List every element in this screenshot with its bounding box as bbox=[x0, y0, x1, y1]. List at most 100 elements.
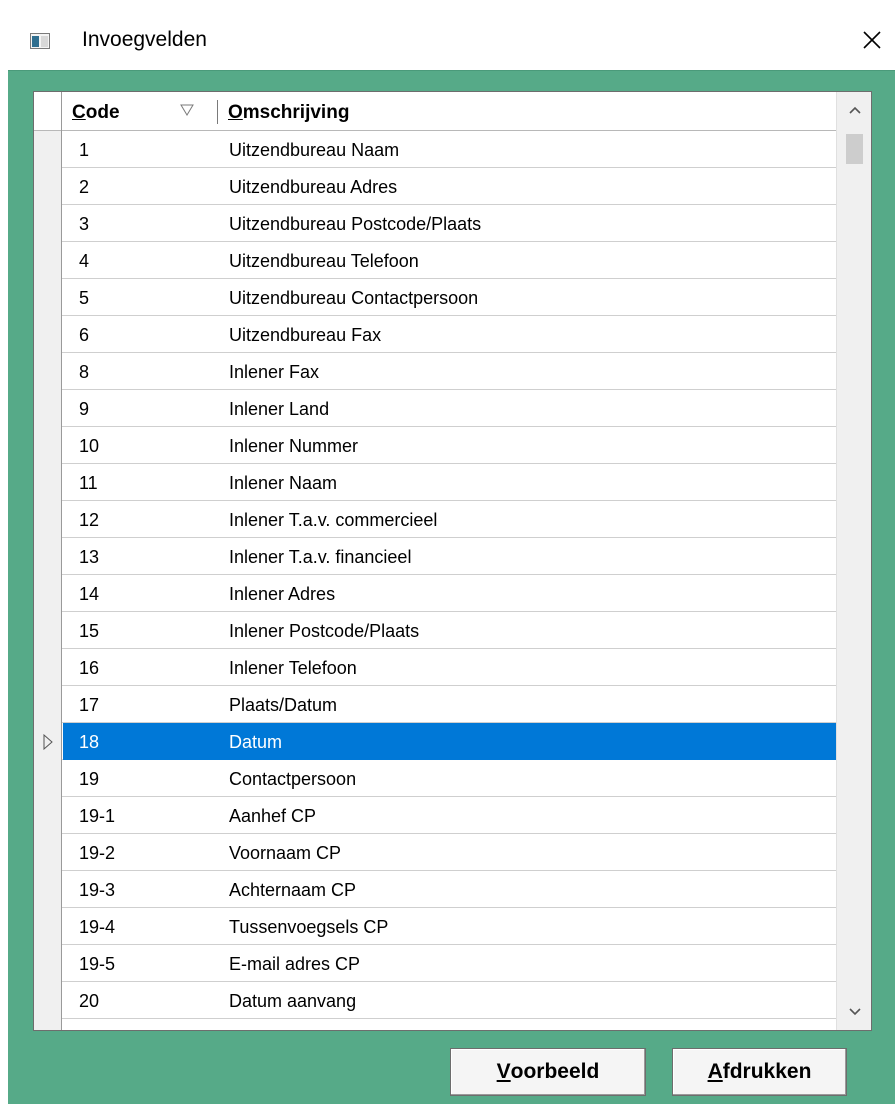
table-row[interactable]: 19-4 Tussenvoegsels CP bbox=[34, 908, 837, 945]
row-indicator[interactable] bbox=[34, 464, 62, 501]
cell-code: 14 bbox=[79, 584, 100, 604]
desc-header-label: mschrijving bbox=[242, 102, 350, 123]
preview-button[interactable]: Voorbeeld bbox=[450, 1048, 646, 1096]
row-indicator[interactable] bbox=[34, 686, 62, 723]
table-row[interactable]: 8 Inlener Fax bbox=[34, 353, 837, 390]
title-bar: Invoegvelden bbox=[0, 0, 895, 70]
table-row[interactable]: 14 Inlener Adres bbox=[34, 575, 837, 612]
chevron-up-icon bbox=[848, 106, 861, 114]
cell-code: 1 bbox=[79, 140, 90, 160]
row-indicator[interactable] bbox=[34, 205, 62, 242]
cell-code: 12 bbox=[79, 510, 100, 530]
cell-code: 4 bbox=[79, 251, 90, 271]
row-indicator[interactable] bbox=[34, 760, 62, 797]
column-header-omschrijving[interactable]: Omschrijving bbox=[228, 92, 349, 131]
row-indicator[interactable] bbox=[34, 649, 62, 686]
table-row[interactable]: 6 Uitzendbureau Fax bbox=[34, 316, 837, 353]
row-indicator[interactable] bbox=[34, 871, 62, 908]
cell-omschrijving: Inlener Fax bbox=[229, 362, 320, 382]
row-indicator[interactable] bbox=[34, 131, 62, 168]
table-row[interactable]: 19-1 Aanhef CP bbox=[34, 797, 837, 834]
row-indicator[interactable] bbox=[34, 834, 62, 871]
row-indicator[interactable] bbox=[34, 982, 62, 1019]
row-indicator[interactable] bbox=[34, 612, 62, 649]
cell-omschrijving: Uitzendbureau Fax bbox=[229, 325, 382, 345]
cell-code: 8 bbox=[79, 362, 90, 382]
cell-omschrijving: Inlener Adres bbox=[229, 584, 336, 604]
table-row[interactable]: 1 Uitzendbureau Naam bbox=[34, 131, 837, 168]
table-row[interactable]: 9 Inlener Land bbox=[34, 390, 837, 427]
table-row[interactable]: 19-2 Voornaam CP bbox=[34, 834, 837, 871]
table-row[interactable]: 10 Inlener Nummer bbox=[34, 427, 837, 464]
dialog-client-area: Code Omschrijving 1 Uitzendbureau Naam 2 Ui… bbox=[8, 70, 895, 1104]
table-row[interactable]: 18 Datum bbox=[34, 723, 837, 760]
cell-code: 6 bbox=[79, 325, 90, 345]
row-indicator[interactable] bbox=[34, 1019, 62, 1030]
cell-omschrijving: Inlener Naam bbox=[229, 473, 338, 493]
vertical-scrollbar[interactable] bbox=[836, 92, 871, 1030]
row-indicator[interactable] bbox=[34, 279, 62, 316]
table-row[interactable]: 2 Uitzendbureau Adres bbox=[34, 168, 837, 205]
cell-omschrijving: Achternaam CP bbox=[229, 880, 357, 900]
table-row[interactable]: 5 Uitzendbureau Contactpersoon bbox=[34, 279, 837, 316]
row-indicator[interactable] bbox=[34, 501, 62, 538]
cell-code: 20 bbox=[79, 991, 100, 1011]
row-indicator[interactable] bbox=[34, 575, 62, 612]
row-indicator[interactable] bbox=[34, 538, 62, 575]
table-row[interactable]: 11 Inlener Naam bbox=[34, 464, 837, 501]
table-row[interactable]: 13 Inlener T.a.v. financieel bbox=[34, 538, 837, 575]
cell-code: 19 bbox=[79, 769, 100, 789]
table-row[interactable]: 12 Inlener T.a.v. commercieel bbox=[34, 501, 837, 538]
scroll-up-button[interactable] bbox=[837, 92, 871, 128]
row-indicator[interactable] bbox=[34, 945, 62, 982]
cell-omschrijving: Aanhef CP bbox=[229, 806, 317, 826]
row-indicator[interactable] bbox=[34, 242, 62, 279]
cell-code: 5 bbox=[79, 288, 90, 308]
print-label: fdrukken bbox=[722, 1060, 812, 1083]
close-button[interactable] bbox=[852, 20, 892, 60]
cell-omschrijving: Datum bbox=[229, 732, 283, 752]
cell-omschrijving: Voornaam CP bbox=[229, 843, 342, 863]
column-header-code[interactable]: Code bbox=[72, 92, 120, 131]
row-indicator[interactable] bbox=[34, 723, 62, 760]
cell-code: 3 bbox=[79, 214, 90, 234]
row-indicator[interactable] bbox=[34, 168, 62, 205]
cell-omschrijving: Uitzendbureau Telefoon bbox=[229, 251, 419, 271]
cell-omschrijving: Uitzendbureau Naam bbox=[229, 140, 400, 160]
preview-label: oorbeeld bbox=[510, 1060, 600, 1083]
fields-grid[interactable]: Code Omschrijving 1 Uitzendbureau Naam 2 Ui… bbox=[33, 91, 872, 1031]
table-row[interactable]: 19 Contactpersoon bbox=[34, 760, 837, 797]
table-row[interactable]: 3 Uitzendbureau Postcode/Plaats bbox=[34, 205, 837, 242]
table-row[interactable]: 19-3 Achternaam CP bbox=[34, 871, 837, 908]
table-row[interactable]: 16 Inlener Telefoon bbox=[34, 649, 837, 686]
column-separator[interactable] bbox=[217, 100, 218, 124]
cell-omschrijving: Tussenvoegsels CP bbox=[229, 917, 389, 937]
row-indicator[interactable] bbox=[34, 390, 62, 427]
invoegvelden-window: Invoegvelden Code Omschrijving 1 Uitzend… bbox=[0, 0, 895, 1104]
row-indicator[interactable] bbox=[34, 353, 62, 390]
cell-code: 19-4 bbox=[79, 917, 116, 937]
cell-omschrijving: Uitzendbureau Adres bbox=[229, 177, 398, 197]
cell-code: 9 bbox=[79, 399, 90, 419]
scroll-down-button[interactable] bbox=[837, 994, 871, 1030]
table-row[interactable]: 15 Inlener Postcode/Plaats bbox=[34, 612, 837, 649]
sort-descending-icon[interactable] bbox=[180, 104, 194, 116]
row-indicator[interactable] bbox=[34, 427, 62, 464]
row-indicator[interactable] bbox=[34, 316, 62, 353]
table-row[interactable]: 21 Datum einde bbox=[34, 1019, 837, 1030]
row-indicator-header bbox=[34, 92, 62, 131]
cell-code: 15 bbox=[79, 621, 100, 641]
row-indicator[interactable] bbox=[34, 908, 62, 945]
code-header-mnemonic: C bbox=[72, 102, 86, 123]
table-row[interactable]: 17 Plaats/Datum bbox=[34, 686, 837, 723]
table-row[interactable]: 19-5 E-mail adres CP bbox=[34, 945, 837, 982]
table-row[interactable]: 20 Datum aanvang bbox=[34, 982, 837, 1019]
window-title: Invoegvelden bbox=[82, 28, 207, 51]
cell-code: 19-5 bbox=[79, 954, 116, 974]
close-icon bbox=[863, 31, 881, 49]
row-indicator[interactable] bbox=[34, 797, 62, 834]
grid-header: Code Omschrijving bbox=[34, 92, 837, 131]
table-row[interactable]: 4 Uitzendbureau Telefoon bbox=[34, 242, 837, 279]
scroll-thumb[interactable] bbox=[846, 134, 863, 164]
print-button[interactable]: Afdrukken bbox=[672, 1048, 847, 1096]
